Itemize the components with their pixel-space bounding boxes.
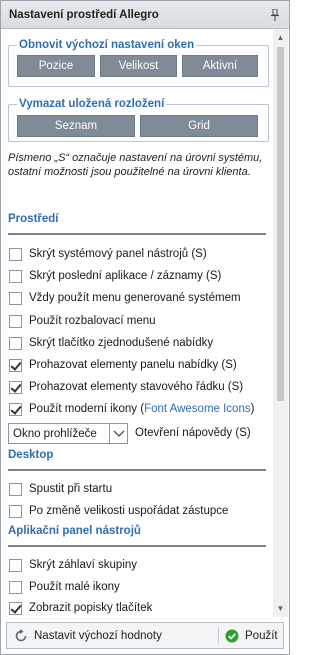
section-desktop: Desktop [8,449,266,471]
option-swap-menu-elements[interactable]: Prohazovat elementy panelu nabídky (S) [9,357,237,373]
apply-label: Použít [245,629,278,642]
option-label: Použít malé ikony [29,581,120,593]
option-label: Skrýt poslední aplikace / záznamy (S) [29,270,222,282]
section-environment-divider [8,233,266,235]
option-modern-icons[interactable]: Použít moderní ikony (Font Awesome Icons… [9,401,254,417]
section-app-toolbar-divider [8,545,266,547]
checkbox[interactable] [9,314,22,328]
reset-defaults-label: Nastavit výchozí hodnoty [34,629,162,642]
checkbox[interactable] [9,402,22,416]
chevron-down-icon[interactable] [109,424,127,443]
allegro-settings-panel: Nastavení prostředí Allegro Obnovit vých… [0,0,290,655]
layout-delete-group: Vymazat uložená rozložení Seznam Grid [8,96,269,142]
section-desktop-title: Desktop [8,449,54,461]
option-show-button-labels[interactable]: Zobrazit popisky tlačítek [9,600,152,616]
option-label: Spustit při startu [29,483,113,495]
checkbox[interactable] [9,558,22,572]
footer-divider [218,627,219,644]
help-open-label: Otevření nápovědy (S) [135,427,251,439]
option-label: Použít rozbalovací menu [29,315,156,327]
option-small-icons[interactable]: Použít malé ikony [9,579,120,595]
checkbox[interactable] [9,291,22,305]
reset-active-button[interactable]: Aktivní [182,55,258,77]
section-app-toolbar-title: Aplikační panel nástrojů [8,525,141,537]
option-dropdown-menu[interactable]: Použít rozbalovací menu [9,313,156,329]
option-hide-system-toolbar[interactable]: Skrýt systémový panel nástrojů (S) [9,246,207,262]
option-run-at-startup[interactable]: Spustit při startu [9,481,112,497]
section-app-toolbar: Aplikační panel nástrojů [8,525,266,547]
reset-icon [15,628,27,641]
panel-titlebar: Nastavení prostředí Allegro [1,1,289,29]
reset-defaults-button[interactable]: Nastavit výchozí hodnoty [14,623,162,648]
scroll-up-icon[interactable]: ▲ [276,33,285,42]
option-label: Skrýt záhlaví skupiny [29,559,138,571]
option-label: Vždy použít menu generované systémem [29,292,241,304]
checkbox[interactable] [9,601,22,615]
option-hide-recent-apps[interactable]: Skrýt poslední aplikace / záznamy (S) [9,268,221,284]
scroll-down-icon[interactable]: ▼ [276,604,285,613]
checkbox[interactable] [9,380,22,394]
section-desktop-divider [8,469,266,471]
checkbox[interactable] [9,358,22,372]
checkbox[interactable] [9,580,22,594]
delete-list-layout-button[interactable]: Seznam [17,115,135,137]
option-label-suffix: ) [250,403,255,415]
help-open-select-value: Okno prohlížeče [13,427,97,440]
option-hide-simple-menu-button[interactable]: Skrýt tlačítko zjednodušené nabídky [9,335,213,351]
option-arrange-shortcuts[interactable]: Po změně velikosti uspořádat zástupce [9,503,228,519]
option-label: Skrýt systémový panel nástrojů (S) [29,248,207,260]
delete-grid-layout-button[interactable]: Grid [140,115,258,137]
settings-content: Obnovit výchozí nastavení oken Pozice Ve… [1,29,273,617]
vertical-scrollbar[interactable]: ▲ ▼ [273,29,288,617]
option-label: Zobrazit popisky tlačítek [29,602,153,614]
apply-button[interactable]: Použít [225,623,278,648]
checkbox[interactable] [9,482,22,496]
reset-position-button[interactable]: Pozice [17,55,95,77]
checkbox[interactable] [9,504,22,518]
layout-delete-legend: Vymazat uložená rozložení [17,96,167,112]
check-circle-icon [225,629,239,642]
option-system-generated-menu[interactable]: Vždy použít menu generované systémem [9,290,241,306]
window-reset-group: Obnovit výchozí nastavení oken Pozice Ve… [8,37,269,87]
font-awesome-link[interactable]: Font Awesome Icons [144,403,251,415]
option-label: Prohazovat elementy stavového řádku (S) [29,381,244,393]
scrollbar-thumb[interactable] [277,47,284,401]
option-label: Skrýt tlačítko zjednodušené nabídky [29,337,214,349]
section-environment: Prostředí [8,213,266,235]
option-hide-group-header[interactable]: Skrýt záhlaví skupiny [9,557,137,573]
option-label: Prohazovat elementy panelu nabídky (S) [29,359,237,371]
panel-footer: Nastavit výchozí hodnoty Použít [6,622,284,649]
pin-icon[interactable] [270,9,280,21]
option-swap-statusbar-elements[interactable]: Prohazovat elementy stavového řádku (S) [9,379,243,395]
checkbox[interactable] [9,269,22,283]
section-environment-title: Prostředí [8,213,59,225]
system-level-note: Písmeno „S“ označuje nastavení na úrovni… [8,152,263,178]
option-label: Po změně velikosti uspořádat zástupce [29,505,229,517]
reset-size-button[interactable]: Velikost [100,55,177,77]
option-label: Použít moderní ikony ( [29,403,145,415]
checkbox[interactable] [9,336,22,350]
checkbox[interactable] [9,247,22,261]
window-reset-legend: Obnovit výchozí nastavení oken [17,37,197,53]
help-open-select[interactable]: Okno prohlížeče [8,423,128,444]
panel-title: Nastavení prostředí Allegro [9,8,159,21]
